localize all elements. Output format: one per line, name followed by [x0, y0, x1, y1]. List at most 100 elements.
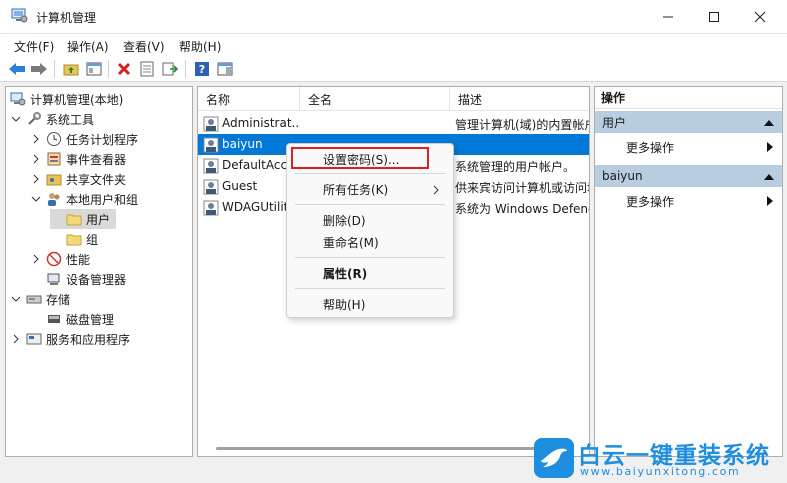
performance-icon — [46, 251, 62, 267]
bird-logo-icon — [534, 438, 574, 478]
table-row[interactable]: Administrat... 管理计算机(域)的内置帐户 — [198, 113, 590, 134]
menu-item-properties[interactable]: 属性(R) — [323, 265, 367, 282]
tree-item-event-viewer[interactable]: 事件查看器 — [30, 149, 126, 169]
minimize-icon — [663, 16, 673, 18]
chevron-right-icon[interactable] — [30, 153, 42, 165]
menu-help[interactable]: 帮助(H) — [179, 38, 221, 55]
services-icon — [26, 333, 42, 345]
watermark-url: www.baiyunxitong.com — [580, 465, 741, 478]
tree-item-task-scheduler[interactable]: 任务计划程序 — [30, 129, 138, 149]
properties-toolbar-button[interactable] — [137, 59, 157, 79]
tree-item-groups[interactable]: 组 — [66, 229, 98, 249]
menu-action[interactable]: 操作(A) — [67, 38, 109, 55]
menu-item-rename[interactable]: 重命名(M) — [323, 234, 379, 251]
context-menu: 设置密码(S)... 所有任务(K) 删除(D) 重命名(M) 属性(R) 帮助… — [286, 143, 454, 318]
clock-icon — [47, 132, 61, 146]
chevron-down-icon[interactable] — [10, 113, 22, 125]
tree-item-shared-folders[interactable]: 共享文件夹 — [30, 169, 126, 189]
menu-view[interactable]: 查看(V) — [123, 38, 165, 55]
tree-item-storage[interactable]: 存储 — [10, 289, 70, 309]
tree-item-users[interactable]: 用户 — [50, 209, 116, 229]
chevron-right-icon[interactable] — [10, 333, 22, 345]
user-description: 管理计算机(域)的内置帐户 — [455, 118, 590, 132]
user-icon — [203, 179, 219, 195]
folder-up-icon — [63, 64, 79, 76]
back-button[interactable] — [7, 59, 27, 79]
action-section-users[interactable]: 用户 — [595, 111, 782, 133]
console-tree: 计算机管理(本地) 系统工具 任务计划程序 事件查看器 共享文件夹 本地用户和组… — [5, 86, 193, 457]
chevron-right-icon[interactable] — [30, 253, 42, 265]
column-header-fullname[interactable]: 全名 — [300, 87, 450, 111]
tree-item-disk-management[interactable]: 磁盘管理 — [46, 309, 114, 329]
submenu-chevron-icon — [433, 185, 439, 195]
user-description: 系统为 Windows Defender — [455, 202, 589, 216]
tree-label-local-users-groups: 本地用户和组 — [66, 192, 139, 207]
action-pane-icon — [217, 62, 233, 76]
user-icon — [203, 158, 219, 174]
delete-x-icon — [117, 62, 131, 76]
horizontal-scrollbar[interactable] — [216, 447, 561, 450]
close-button[interactable] — [737, 0, 783, 34]
action-section-baiyun[interactable]: baiyun — [595, 165, 782, 187]
maximize-button[interactable] — [691, 0, 737, 34]
tree-label-services-apps: 服务和应用程序 — [46, 332, 131, 347]
close-icon — [754, 11, 766, 23]
column-header-description[interactable]: 描述 — [450, 87, 589, 111]
tree-label-task-scheduler: 任务计划程序 — [66, 132, 139, 147]
user-description: 供来宾访问计算机或访问域 — [455, 181, 590, 195]
column-header-name[interactable]: 名称 — [198, 87, 300, 111]
tree-label-groups: 组 — [86, 232, 99, 247]
menu-item-all-tasks[interactable]: 所有任务(K) — [323, 181, 388, 198]
tree-label-storage: 存储 — [46, 292, 71, 307]
menu-item-delete[interactable]: 删除(D) — [323, 212, 366, 229]
action-pane-title: 操作 — [595, 87, 782, 109]
export-list-button[interactable] — [160, 59, 180, 79]
window-title: 计算机管理 — [36, 11, 97, 25]
help-book-icon: ? — [195, 62, 209, 76]
tree-label-root: 计算机管理(本地) — [30, 92, 124, 107]
delete-toolbar-button[interactable] — [114, 59, 134, 79]
up-folder-button[interactable] — [61, 59, 81, 79]
tree-root[interactable]: 计算机管理(本地) — [10, 89, 123, 109]
more-actions-users[interactable]: 更多操作 — [626, 139, 674, 156]
svg-text:?: ? — [199, 63, 205, 76]
highlight-box — [291, 147, 429, 169]
menu-file[interactable]: 文件(F) — [14, 38, 54, 55]
action-pane: 操作 用户 更多操作 baiyun 更多操作 — [594, 86, 783, 457]
tree-item-services-apps[interactable]: 服务和应用程序 — [10, 329, 130, 349]
action-pane-toggle-button[interactable] — [215, 59, 235, 79]
tree-item-system-tools[interactable]: 系统工具 — [10, 109, 94, 129]
tree-item-device-manager[interactable]: 设备管理器 — [46, 269, 126, 289]
chevron-down-icon[interactable] — [10, 293, 22, 305]
action-section-label: 用户 — [602, 115, 627, 130]
chevron-right-icon[interactable] — [30, 173, 42, 185]
watermark: 白云一键重装系统 www.baiyunxitong.com — [530, 434, 785, 482]
tree-item-local-users-groups[interactable]: 本地用户和组 — [30, 189, 138, 209]
show-hide-tree-button[interactable] — [84, 59, 104, 79]
event-viewer-icon — [47, 152, 61, 166]
back-arrow-icon — [9, 63, 25, 75]
menu-bar: 文件(F) 操作(A) 查看(V) 帮助(H) — [0, 34, 787, 56]
submenu-arrow-icon — [767, 142, 773, 152]
console-tree-icon — [86, 62, 102, 76]
user-icon — [203, 116, 219, 132]
chevron-down-icon[interactable] — [30, 193, 42, 205]
tree-label-disk-management: 磁盘管理 — [66, 312, 115, 327]
help-toolbar-button[interactable]: ? — [192, 59, 212, 79]
tree-label-shared-folders: 共享文件夹 — [66, 172, 127, 187]
more-actions-baiyun[interactable]: 更多操作 — [626, 193, 674, 210]
forward-button[interactable] — [29, 59, 49, 79]
folder-icon — [66, 214, 82, 226]
storage-icon — [26, 295, 42, 304]
user-icon — [203, 137, 219, 153]
action-section-label: baiyun — [602, 169, 643, 183]
chevron-right-icon[interactable] — [30, 133, 42, 145]
minimize-button[interactable] — [645, 0, 691, 34]
users-group-icon — [48, 193, 60, 206]
tree-item-performance[interactable]: 性能 — [30, 249, 90, 269]
menu-item-help[interactable]: 帮助(H) — [323, 296, 365, 313]
submenu-arrow-icon — [767, 196, 773, 206]
collapse-up-icon — [764, 120, 774, 126]
tools-icon — [28, 112, 41, 125]
maximize-icon — [709, 12, 719, 22]
